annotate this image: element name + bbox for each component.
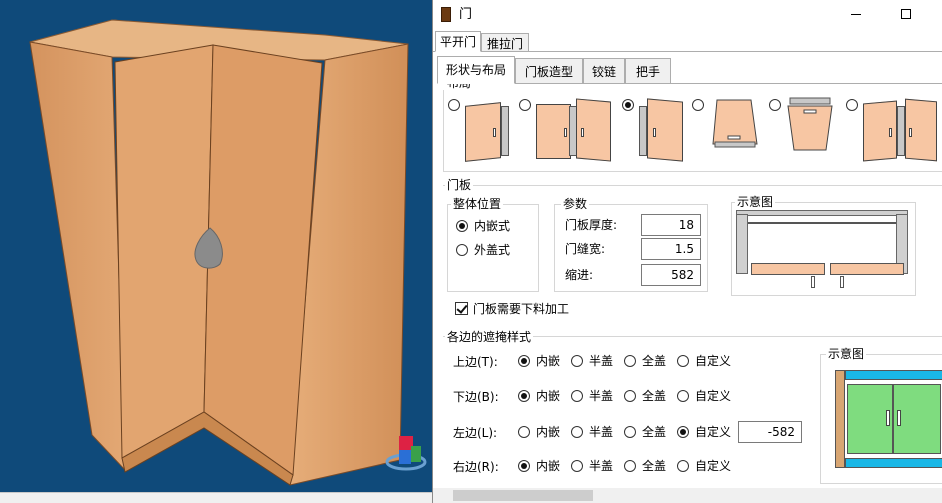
edge-left-half-label[interactable]: 半盖 (589, 425, 613, 439)
gap-input[interactable]: 1.5 (641, 238, 701, 260)
horizontal-scrollbar[interactable] (433, 488, 942, 503)
edge-left-label: 左边(L): (453, 426, 498, 440)
tab-sliding-door[interactable]: 推拉门 (481, 33, 529, 52)
panel-diagram (736, 210, 908, 292)
layout-option-6-diagram[interactable] (863, 98, 942, 164)
layout-option-4-diagram[interactable] (711, 98, 759, 150)
edge-bottom-custom-radio[interactable] (677, 390, 689, 402)
edge-right-label: 右边(R): (453, 460, 499, 474)
edge-left-custom-input[interactable]: -582 (738, 421, 802, 443)
edge-bottom-custom-label[interactable]: 自定义 (695, 389, 731, 403)
window-title: 门 (459, 7, 473, 22)
cutting-checkbox-label[interactable]: 门板需要下料加工 (473, 302, 569, 316)
layout-option-5-radio[interactable] (769, 99, 781, 111)
edge-right-half-label[interactable]: 半盖 (589, 459, 613, 473)
params-group-title: 参数 (561, 197, 590, 211)
edge-right-inset-label[interactable]: 内嵌 (536, 459, 560, 473)
edge-left-custom-radio[interactable] (677, 426, 689, 438)
edge-top-full-label[interactable]: 全盖 (642, 354, 666, 368)
edge-diagram (835, 370, 942, 470)
edge-bottom-label: 下边(B): (453, 390, 499, 404)
position-group-title: 整体位置 (451, 197, 504, 211)
layout-option-2-diagram[interactable] (536, 98, 612, 162)
door-icon (441, 7, 451, 22)
edge-bottom-full-label[interactable]: 全盖 (642, 389, 666, 403)
layout-option-3-diagram[interactable] (639, 98, 685, 162)
maximize-button[interactable] (901, 9, 911, 19)
edge-right-custom-radio[interactable] (677, 460, 689, 472)
3d-viewport[interactable] (0, 0, 432, 492)
edge-top-inset-label[interactable]: 内嵌 (536, 354, 560, 368)
edge-top-label: 上边(T): (453, 355, 498, 369)
layout-option-6-radio[interactable] (846, 99, 858, 111)
layout-option-3-radio[interactable] (622, 99, 634, 111)
edge-bottom-inset-radio[interactable] (518, 390, 530, 402)
layout-option-1-diagram[interactable] (465, 98, 513, 162)
cutting-checkbox[interactable] (455, 302, 468, 315)
tab-panel-style[interactable]: 门板造型 (515, 58, 583, 84)
view-cube-icon[interactable] (385, 430, 427, 472)
status-bar (0, 492, 432, 503)
edge-left-half-radio[interactable] (571, 426, 583, 438)
thickness-input[interactable]: 18 (641, 214, 701, 236)
edge-bottom-inset-label[interactable]: 内嵌 (536, 389, 560, 403)
minimize-button[interactable] (851, 14, 861, 15)
layout-option-5-diagram[interactable] (786, 96, 836, 152)
edge-left-inset-radio[interactable] (518, 426, 530, 438)
edge-bottom-full-radio[interactable] (624, 390, 636, 402)
thickness-label: 门板厚度: (565, 218, 618, 232)
edge-group-title: 各边的遮掩样式 (445, 330, 534, 344)
edge-right-half-radio[interactable] (571, 460, 583, 472)
edge-left-full-label[interactable]: 全盖 (642, 425, 666, 439)
inset-label[interactable]: 内嵌式 (474, 219, 510, 233)
layout-option-4-radio[interactable] (692, 99, 704, 111)
title-bar: 门 (433, 0, 942, 30)
edge-right-full-label[interactable]: 全盖 (642, 459, 666, 473)
tab-handle[interactable]: 把手 (625, 58, 671, 84)
corner-cabinet-model (29, 19, 409, 486)
layout-option-2-radio[interactable] (519, 99, 531, 111)
edge-left-full-radio[interactable] (624, 426, 636, 438)
layout-option-1-radio[interactable] (448, 99, 460, 111)
edge-left-inset-label[interactable]: 内嵌 (536, 425, 560, 439)
overlay-radio[interactable] (456, 244, 468, 256)
edge-top-half-label[interactable]: 半盖 (589, 354, 613, 368)
edge-right-inset-radio[interactable] (518, 460, 530, 472)
tab-shape-layout[interactable]: 形状与布局 (437, 56, 515, 84)
inset-radio[interactable] (456, 220, 468, 232)
edge-top-inset-radio[interactable] (518, 355, 530, 367)
edge-right-full-radio[interactable] (624, 460, 636, 472)
edge-left-custom-label[interactable]: 自定义 (695, 425, 731, 439)
panel-diagram-title: 示意图 (735, 195, 776, 209)
tab-swing-door[interactable]: 平开门 (435, 31, 481, 52)
edge-top-custom-label[interactable]: 自定义 (695, 354, 731, 368)
tab-divider (433, 51, 942, 52)
edge-top-half-radio[interactable] (571, 355, 583, 367)
door-dialog: 门 平开门 推拉门 形状与布局 门板造型 铰链 把手 布局 门板 整体位置 内嵌… (432, 0, 942, 503)
indent-label: 缩进: (565, 268, 594, 282)
panel-group-title: 门板 (445, 178, 474, 192)
edge-top-custom-radio[interactable] (677, 355, 689, 367)
overlay-label[interactable]: 外盖式 (474, 243, 510, 257)
edge-top-full-radio[interactable] (624, 355, 636, 367)
edge-bottom-half-radio[interactable] (571, 390, 583, 402)
gap-label: 门缝宽: (565, 242, 606, 256)
edge-diagram-title: 示意图 (826, 347, 867, 361)
tab-hinge[interactable]: 铰链 (583, 58, 625, 84)
edge-right-custom-label[interactable]: 自定义 (695, 459, 731, 473)
edge-bottom-half-label[interactable]: 半盖 (589, 389, 613, 403)
indent-input[interactable]: 582 (641, 264, 701, 286)
